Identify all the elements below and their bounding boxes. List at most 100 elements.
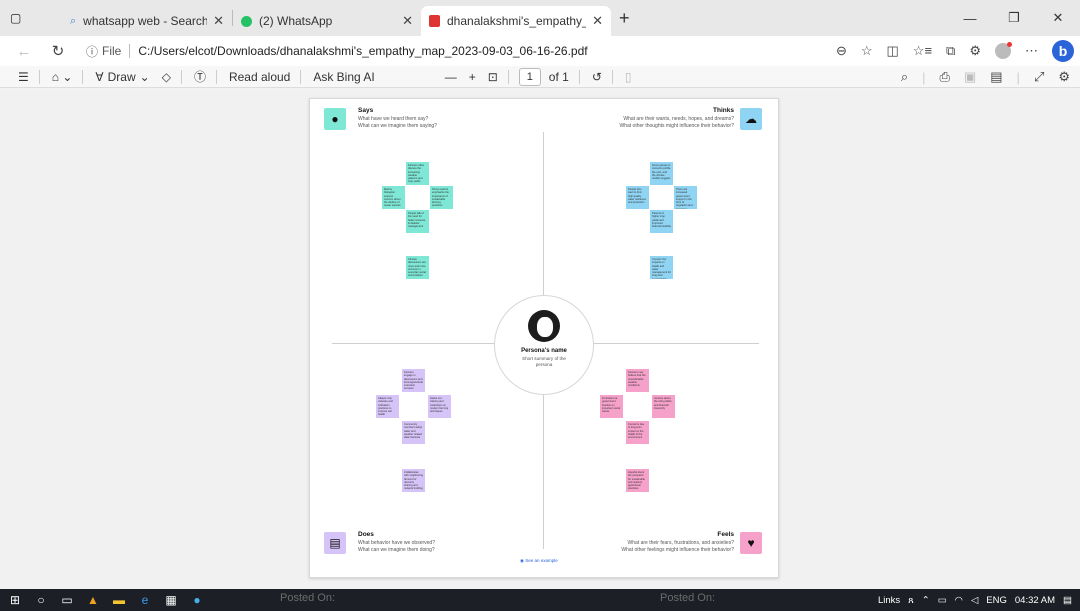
print-icon[interactable]: ⎙ <box>940 69 950 85</box>
text-icon[interactable]: Ⓣ <box>194 68 206 85</box>
page-view-icon[interactable]: ▯ <box>625 70 632 84</box>
sticky-note[interactable]: Some groups in concerns profile the cost… <box>650 162 673 185</box>
windows-start-icon[interactable]: ⊞ <box>2 589 28 611</box>
volume-icon[interactable]: ◁ <box>971 595 978 606</box>
extensions-icon[interactable]: ⚙ <box>969 43 981 59</box>
zoom-out-icon[interactable]: — <box>445 70 457 84</box>
url-field[interactable]: ⓘ File C:/Users/elcot/Downloads/dhanalak… <box>86 43 786 60</box>
thinks-title: Thinks <box>713 107 734 114</box>
sticky-note[interactable]: People who want to find high-quality wat… <box>626 186 649 209</box>
close-window-icon[interactable]: ✕ <box>1036 0 1080 36</box>
tab-pdf[interactable]: dhanalakshmi's_empathy_map_2 ✕ <box>421 6 611 36</box>
split-screen-icon[interactable]: ◫ <box>887 43 899 59</box>
says-subtitle-2: What can we imagine them saying? <box>358 122 437 129</box>
collections-icon[interactable]: ⧉ <box>946 43 955 59</box>
profile-avatar[interactable] <box>995 42 1012 59</box>
sticky-note[interactable]: Anxious about the rising debts and finan… <box>652 395 675 418</box>
says-title: Says <box>358 107 374 114</box>
sticky-note[interactable]: Concern the impacts on health and water … <box>650 256 673 279</box>
feels-subtitle-2: What other feelings might influence thei… <box>621 546 734 553</box>
edge-icon[interactable]: e <box>132 589 158 611</box>
toolbar-divider <box>38 69 40 84</box>
zoom-icon[interactable]: ⊖ <box>836 43 847 59</box>
sticky-note[interactable]: There are increased government support i… <box>674 186 697 209</box>
sticky-note[interactable]: Seeks out training and workshops on mode… <box>428 395 451 418</box>
more-icon[interactable]: ⋯ <box>1025 43 1038 59</box>
wifi-icon[interactable]: ◠ <box>955 595 963 606</box>
language-indicator[interactable]: ENG <box>986 595 1007 606</box>
sticky-note[interactable]: Farmers may believe that the unpredictab… <box>626 369 649 392</box>
sticky-note[interactable]: Community members adopt water and weathe… <box>402 421 425 444</box>
zoom-in-icon[interactable]: + <box>469 70 476 84</box>
file-explorer-icon[interactable]: ▬ <box>106 589 132 611</box>
ask-bing-button[interactable]: Ask Bing AI <box>313 70 374 84</box>
fit-page-icon[interactable]: ⊡ <box>488 70 498 84</box>
pdf-viewer[interactable]: ● Says What have we heard them say? What … <box>0 89 1080 589</box>
sticky-note[interactable]: Parents of higher crop yields and improv… <box>650 210 673 233</box>
contents-icon[interactable]: ☰ <box>18 70 29 84</box>
read-aloud-button[interactable]: Read aloud <box>229 70 290 84</box>
see-example-link[interactable]: ◉ See an example <box>520 558 558 564</box>
toolbar-divider <box>180 69 182 84</box>
sticky-note[interactable]: Marine biologists express concern about … <box>382 186 405 209</box>
highlight-icon[interactable]: ⌂ ⌄ <box>52 70 73 84</box>
app-icon[interactable]: ▲ <box>80 589 106 611</box>
tab-whatsapp[interactable]: (2) WhatsApp ✕ <box>233 6 421 36</box>
toolbar-divider <box>507 69 509 84</box>
search-icon[interactable]: ○ <box>28 589 54 611</box>
pdf-page: ● Says What have we heard them say? What … <box>309 98 779 578</box>
close-icon[interactable]: ✕ <box>592 13 603 29</box>
minimize-icon[interactable]: — <box>948 0 992 36</box>
sticky-note[interactable]: Farmers engage in discussions and local … <box>402 369 425 392</box>
links-label[interactable]: Links <box>878 595 900 606</box>
workspaces-icon[interactable]: ▢ <box>10 11 21 25</box>
persona-name: Persona's name <box>521 348 567 354</box>
rotate-icon[interactable]: ↺ <box>592 70 602 84</box>
clock[interactable]: 04:32 AM <box>1015 595 1055 606</box>
sticky-note[interactable]: Concerns due to long-term impact on the … <box>626 421 649 444</box>
draw-icon: ∀ <box>95 69 104 84</box>
close-icon[interactable]: ✕ <box>213 13 224 29</box>
save-as-icon[interactable]: ▤ <box>990 69 1002 85</box>
eraser-icon[interactable]: ◇ <box>162 70 171 84</box>
favorite-star-icon[interactable]: ☆ <box>861 43 873 59</box>
close-icon[interactable]: ✕ <box>402 13 413 29</box>
refresh-icon[interactable]: ↻ <box>44 42 72 60</box>
draw-button[interactable]: ∀ Draw ⌄ <box>95 70 149 84</box>
fullscreen-icon[interactable]: ⤢ <box>1034 69 1044 85</box>
sticky-note[interactable]: Farmers often discuss the increasing wea… <box>406 162 429 185</box>
browser-app-icon[interactable]: ● <box>184 589 210 611</box>
sticky-note[interactable]: Climate discussions are more and more co… <box>406 256 429 279</box>
chevron-up-icon[interactable]: ⌃ <box>922 595 930 606</box>
page-number-input[interactable]: 1 <box>518 67 541 86</box>
search-icon: ⌕ <box>70 14 77 27</box>
search-icon[interactable]: ⌕ <box>901 69 908 85</box>
back-icon[interactable]: ← <box>10 43 38 60</box>
persona-summary: Short summary of the persona <box>522 356 566 367</box>
chevron-down-icon: ⌄ <box>139 69 150 84</box>
bing-icon[interactable]: b <box>1052 40 1074 62</box>
settings-icon[interactable]: ⚙ <box>1058 69 1070 85</box>
battery-icon[interactable]: ▭ <box>938 595 947 606</box>
toolbar-divider: | <box>922 69 926 85</box>
favorites-icon[interactable]: ☆≡ <box>913 43 932 59</box>
sticky-note[interactable]: People talk of the need for better resou… <box>406 210 429 233</box>
sticky-note[interactable]: Frustration at government inaction on im… <box>600 395 623 418</box>
save-icon[interactable]: ▣ <box>964 69 976 85</box>
restore-icon[interactable]: ❐ <box>992 0 1036 36</box>
sticky-note[interactable]: Adapts crop varieties and cultivation pr… <box>376 395 399 418</box>
task-view-icon[interactable]: ▭ <box>54 589 80 611</box>
new-tab-icon[interactable]: + <box>619 8 630 29</box>
info-icon[interactable]: ⓘ <box>86 43 98 60</box>
sticky-note[interactable]: Some experts emphasize the importance of… <box>430 186 453 209</box>
tab-title: whatsapp web - Search <box>83 14 208 28</box>
store-icon[interactable]: ▦ <box>158 589 184 611</box>
tab-search[interactable]: ⌕ whatsapp web - Search ✕ <box>62 6 232 36</box>
thought-cloud-icon: ☁ <box>740 108 762 130</box>
sticky-note[interactable]: Hopeful about the prospects for sustaina… <box>626 469 649 492</box>
tab-strip: ▢ ⌕ whatsapp web - Search ✕ (2) WhatsApp… <box>0 0 1080 36</box>
sticky-note[interactable]: Collaborates with neighboring farmers fo… <box>402 469 425 492</box>
people-icon[interactable]: ጸ <box>908 595 914 606</box>
notifications-icon[interactable]: ▤ <box>1063 595 1072 606</box>
window-controls: — ❐ ✕ <box>948 0 1080 36</box>
